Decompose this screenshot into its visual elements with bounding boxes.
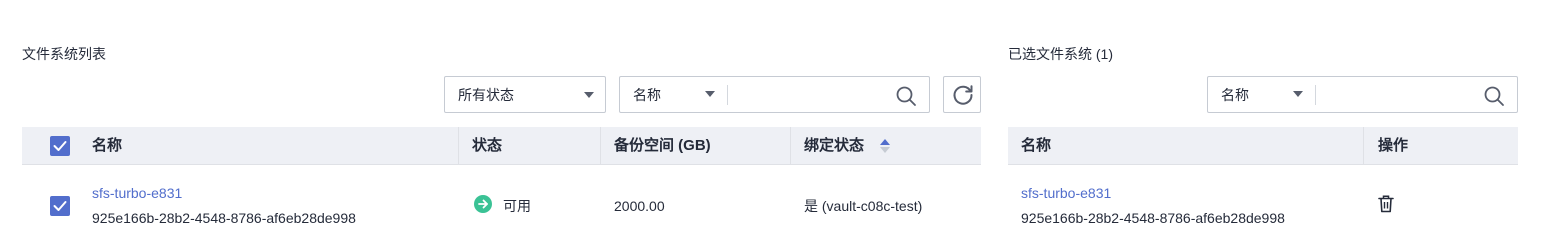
chevron-down-icon bbox=[1293, 91, 1303, 97]
search-icon[interactable] bbox=[1483, 85, 1505, 107]
search-field-value: 名称 bbox=[1221, 87, 1249, 103]
bind-status-value: 是 (vault-c08c-test) bbox=[804, 198, 923, 214]
column-divider bbox=[790, 127, 791, 164]
search-icon[interactable] bbox=[895, 85, 917, 107]
col-header-bind-status-sortable[interactable]: 绑定状态 bbox=[804, 127, 924, 164]
refresh-button[interactable] bbox=[943, 76, 981, 113]
check-icon bbox=[53, 141, 67, 151]
table-row: sfs-turbo-e831 925e166b-28b2-4548-8786-a… bbox=[1008, 165, 1518, 243]
column-divider bbox=[600, 127, 601, 164]
chevron-down-icon bbox=[584, 92, 594, 98]
search-divider bbox=[1315, 85, 1316, 105]
col-header-action: 操作 bbox=[1378, 137, 1409, 154]
status-filter-value: 所有状态 bbox=[458, 87, 514, 103]
column-divider bbox=[1363, 127, 1364, 164]
file-system-list-title: 文件系统列表 bbox=[22, 46, 106, 62]
search-field-value: 名称 bbox=[633, 87, 661, 103]
file-system-name-link[interactable]: sfs-turbo-e831 bbox=[1021, 184, 1111, 202]
search-field-dropdown[interactable]: 名称 bbox=[1208, 77, 1314, 112]
file-system-id: 925e166b-28b2-4548-8786-af6eb28de998 bbox=[1021, 210, 1285, 226]
row-checkbox[interactable] bbox=[50, 196, 70, 216]
sort-icon bbox=[880, 139, 890, 153]
arrow-right-circle-icon bbox=[474, 195, 492, 213]
file-system-name-link[interactable]: sfs-turbo-e831 bbox=[92, 184, 182, 202]
file-system-id: 925e166b-28b2-4548-8786-af6eb28de998 bbox=[92, 210, 356, 226]
left-search-box: 名称 bbox=[619, 76, 930, 113]
status-filter-dropdown[interactable]: 所有状态 bbox=[444, 76, 606, 113]
column-divider bbox=[458, 127, 459, 164]
search-input[interactable] bbox=[736, 85, 886, 105]
search-field-dropdown[interactable]: 名称 bbox=[620, 77, 726, 112]
check-icon bbox=[53, 201, 67, 211]
col-header-name: 名称 bbox=[92, 137, 123, 154]
table-row: sfs-turbo-e831 925e166b-28b2-4548-8786-a… bbox=[22, 165, 981, 243]
status-text: 可用 bbox=[503, 198, 531, 214]
col-header-name: 名称 bbox=[1021, 137, 1052, 154]
trash-icon[interactable] bbox=[1378, 195, 1394, 213]
col-header-backup-space: 备份空间 (GB) bbox=[614, 137, 711, 154]
right-table-header: 名称 操作 bbox=[1008, 127, 1518, 165]
right-search-box: 名称 bbox=[1207, 76, 1518, 113]
backup-space-value: 2000.00 bbox=[614, 198, 665, 214]
selected-file-systems-title: 已选文件系统 (1) bbox=[1008, 46, 1113, 62]
search-divider bbox=[727, 85, 728, 105]
file-system-selector: 文件系统列表 所有状态 名称 名称 状态 备份空间 (GB) 绑定状态 sfs-… bbox=[0, 0, 1546, 243]
col-header-status: 状态 bbox=[472, 137, 503, 154]
select-all-checkbox[interactable] bbox=[50, 136, 70, 156]
search-input[interactable] bbox=[1324, 85, 1474, 105]
left-table-header: 名称 状态 备份空间 (GB) 绑定状态 bbox=[22, 127, 981, 165]
chevron-down-icon bbox=[705, 91, 715, 97]
col-header-bind-status: 绑定状态 bbox=[804, 137, 865, 154]
refresh-icon bbox=[951, 83, 975, 107]
